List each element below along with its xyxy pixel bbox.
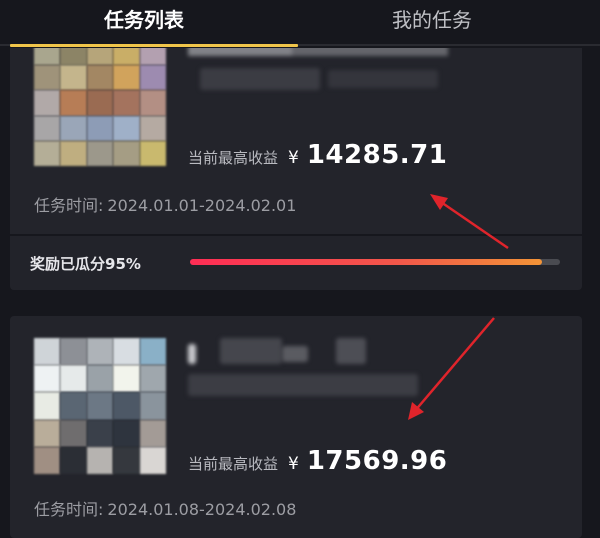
task-period: 任务时间: 2024.01.08-2024.02.08 [34, 496, 296, 520]
currency-symbol: ¥ [288, 148, 299, 168]
task-thumbnail-blurred [34, 338, 166, 474]
task-subtitle-blurred [200, 68, 320, 90]
tab-active-indicator [10, 44, 298, 47]
reward-progress-row: 奖励已瓜分95% [10, 236, 582, 290]
tab-bar: 任务列表 我的任务 [0, 0, 600, 48]
currency-symbol: ¥ [288, 454, 299, 474]
reward-progress-track [190, 259, 560, 265]
reward-label: 当前最高收益 [188, 455, 279, 473]
reward-row: 当前最高收益 ¥ 17569.96 [188, 446, 447, 476]
reward-row: 当前最高收益 ¥ 14285.71 [188, 140, 447, 170]
tab-my-tasks[interactable]: 我的任务 [392, 6, 472, 34]
reward-progress-fill [190, 259, 542, 265]
task-thumbnail-blurred [34, 40, 166, 166]
task-card[interactable]: 当前最高收益 ¥ 17569.96 任务时间: 2024.01.08-2024.0… [10, 316, 582, 538]
task-period-value: 2024.01.08-2024.02.08 [107, 500, 297, 519]
task-card[interactable]: 当前最高收益 ¥ 14285.71 任务时间: 2024.01.01-2024.0… [10, 40, 582, 290]
task-title-blurred [220, 338, 282, 364]
task-period-label: 任务时间: [34, 500, 104, 519]
task-title-blurred [336, 338, 366, 364]
reward-amount: 17569.96 [306, 446, 448, 476]
tab-task-list[interactable]: 任务列表 [104, 6, 184, 34]
task-period: 任务时间: 2024.01.01-2024.02.01 [34, 192, 296, 216]
reward-progress-text: 奖励已瓜分95% [30, 255, 141, 273]
reward-amount: 14285.71 [306, 140, 448, 170]
task-period-label: 任务时间: [34, 196, 104, 215]
task-title-blurred [188, 344, 196, 364]
reward-label: 当前最高收益 [188, 149, 279, 167]
task-subtitle-blurred [188, 374, 418, 396]
task-period-value: 2024.01.01-2024.02.01 [107, 196, 297, 215]
task-subtitle-blurred [328, 70, 438, 88]
task-title-blurred [282, 346, 308, 362]
